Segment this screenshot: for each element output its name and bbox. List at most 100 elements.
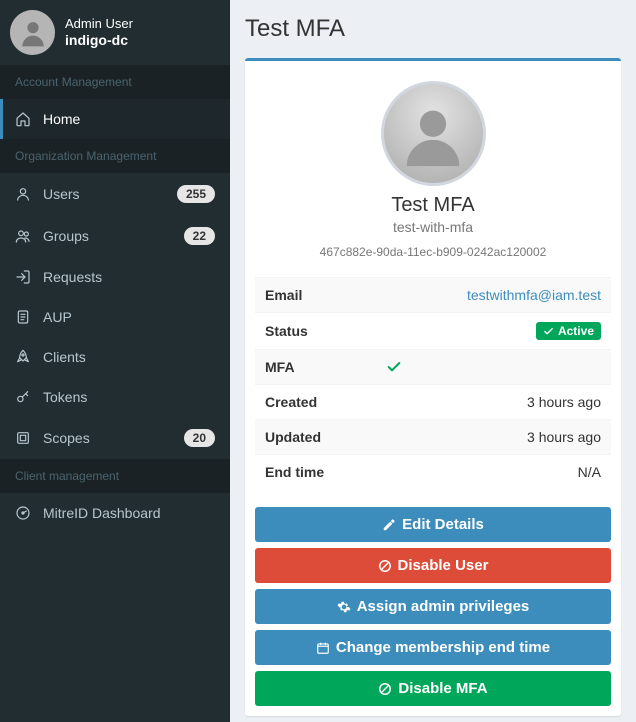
key-icon: [15, 389, 33, 405]
button-label: Change membership end time: [336, 639, 550, 656]
disable-user-button[interactable]: Disable User: [255, 548, 611, 583]
sidebar-link[interactable]: AUP: [0, 297, 230, 337]
sidebar-item-home: Home: [0, 99, 230, 139]
table-row: Updated 3 hours ago: [255, 420, 611, 455]
sidebar-link[interactable]: Tokens: [0, 377, 230, 417]
content-header: Test MFA: [230, 0, 636, 43]
user-info: Admin User indigo-dc: [65, 16, 133, 48]
status-label: Status: [255, 313, 376, 350]
sidebar-link[interactable]: Clients: [0, 337, 230, 377]
profile-avatar: [381, 81, 486, 186]
disable-mfa-button[interactable]: Disable MFA: [255, 671, 611, 706]
signin-icon: [15, 269, 31, 285]
edit-details-button[interactable]: Edit Details: [255, 507, 611, 542]
sidebar-item-label: Clients: [43, 349, 86, 365]
email-label: Email: [255, 278, 376, 313]
sidebar-item-scopes: Scopes 20: [0, 417, 230, 459]
person-icon: [398, 99, 468, 169]
sidebar-item-label: Requests: [43, 269, 102, 285]
person-icon: [17, 17, 49, 49]
sidebar-link[interactable]: Scopes 20: [0, 417, 230, 459]
sidebar-link[interactable]: Users 255: [0, 173, 230, 215]
table-row: MFA: [255, 350, 611, 385]
sidebar-link[interactable]: Home: [0, 99, 230, 139]
assign-admin-button[interactable]: Assign admin privileges: [255, 589, 611, 624]
mfa-value: [376, 350, 611, 385]
sidebar-item-label: Home: [43, 111, 80, 127]
endtime-label: End time: [255, 455, 376, 490]
home-icon: [15, 111, 31, 127]
main: Test MFA Test MFA test-with-mfa 467c882e…: [230, 0, 636, 722]
status-text: Active: [558, 324, 594, 338]
scope-icon: [15, 430, 31, 446]
sidebar-item-label: Groups: [43, 228, 89, 244]
sidebar-item-label: MitreID Dashboard: [43, 505, 161, 521]
user-icon: [15, 186, 31, 202]
email-link[interactable]: testwithmfa@iam.test: [467, 287, 601, 303]
check-icon: [543, 326, 554, 337]
profile-box: Test MFA test-with-mfa 467c882e-90da-11e…: [245, 58, 621, 716]
pencil-icon: [382, 518, 396, 532]
dashboard-icon: [15, 505, 31, 521]
email-value: testwithmfa@iam.test: [376, 278, 611, 313]
user-org: indigo-dc: [65, 32, 133, 49]
sidebar-link[interactable]: MitreID Dashboard: [0, 493, 230, 533]
sidebar-item-label: Scopes: [43, 430, 90, 446]
key-icon: [15, 389, 31, 405]
avatar: [10, 10, 55, 55]
sidebar-section-header: Organization Management: [0, 139, 230, 173]
updated-label: Updated: [255, 420, 376, 455]
table-row: End time N/A: [255, 455, 611, 490]
rocket-icon: [15, 349, 31, 365]
change-end-time-button[interactable]: Change membership end time: [255, 630, 611, 665]
button-label: Assign admin privileges: [357, 598, 530, 615]
sidebar-section-header: Account Management: [0, 65, 230, 99]
sidebar-link[interactable]: Groups 22: [0, 215, 230, 257]
action-buttons: Edit Details Disable User Assign admin p…: [255, 507, 611, 706]
profile-details-table: Email testwithmfa@iam.test Status Active…: [255, 277, 611, 489]
mfa-label: MFA: [255, 350, 376, 385]
count-badge: 22: [184, 227, 215, 245]
updated-value: 3 hours ago: [376, 420, 611, 455]
status-value: Active: [376, 313, 611, 350]
sidebar-nav: Account Management Home Organization Manag…: [0, 65, 230, 533]
sidebar-item-label: Users: [43, 186, 80, 202]
ban-icon: [378, 559, 392, 573]
sidebar-item-mitreid-dashboard: MitreID Dashboard: [0, 493, 230, 533]
dashboard-icon: [15, 505, 33, 521]
button-label: Disable User: [398, 557, 489, 574]
status-badge: Active: [536, 322, 601, 340]
count-badge: 20: [184, 429, 215, 447]
sidebar: Admin User indigo-dc Account Management H…: [0, 0, 230, 722]
sidebar-item-clients: Clients: [0, 337, 230, 377]
profile-uuid: 467c882e-90da-11ec-b909-0242ac120002: [255, 245, 611, 259]
user-icon: [15, 186, 33, 202]
sidebar-section-header: Client management: [0, 459, 230, 493]
table-row: Email testwithmfa@iam.test: [255, 278, 611, 313]
users-icon: [15, 228, 31, 244]
button-label: Edit Details: [402, 516, 484, 533]
file-icon: [15, 309, 33, 325]
sidebar-item-requests: Requests: [0, 257, 230, 297]
page-title: Test MFA: [245, 15, 621, 43]
scope-icon: [15, 430, 33, 446]
check-icon: [386, 359, 601, 375]
users-icon: [15, 228, 33, 244]
button-label: Disable MFA: [398, 680, 487, 697]
profile-display-name: Test MFA: [255, 194, 611, 217]
calendar-icon: [316, 641, 330, 655]
file-icon: [15, 309, 31, 325]
profile-username: test-with-mfa: [255, 219, 611, 235]
gear-icon: [337, 600, 351, 614]
count-badge: 255: [177, 185, 215, 203]
sidebar-item-label: AUP: [43, 309, 72, 325]
sidebar-item-aup: AUP: [0, 297, 230, 337]
home-icon: [15, 111, 33, 127]
ban-icon: [378, 682, 392, 696]
sidebar-item-users: Users 255: [0, 173, 230, 215]
rocket-icon: [15, 349, 33, 365]
signin-icon: [15, 269, 33, 285]
created-label: Created: [255, 385, 376, 420]
sidebar-item-groups: Groups 22: [0, 215, 230, 257]
sidebar-link[interactable]: Requests: [0, 257, 230, 297]
